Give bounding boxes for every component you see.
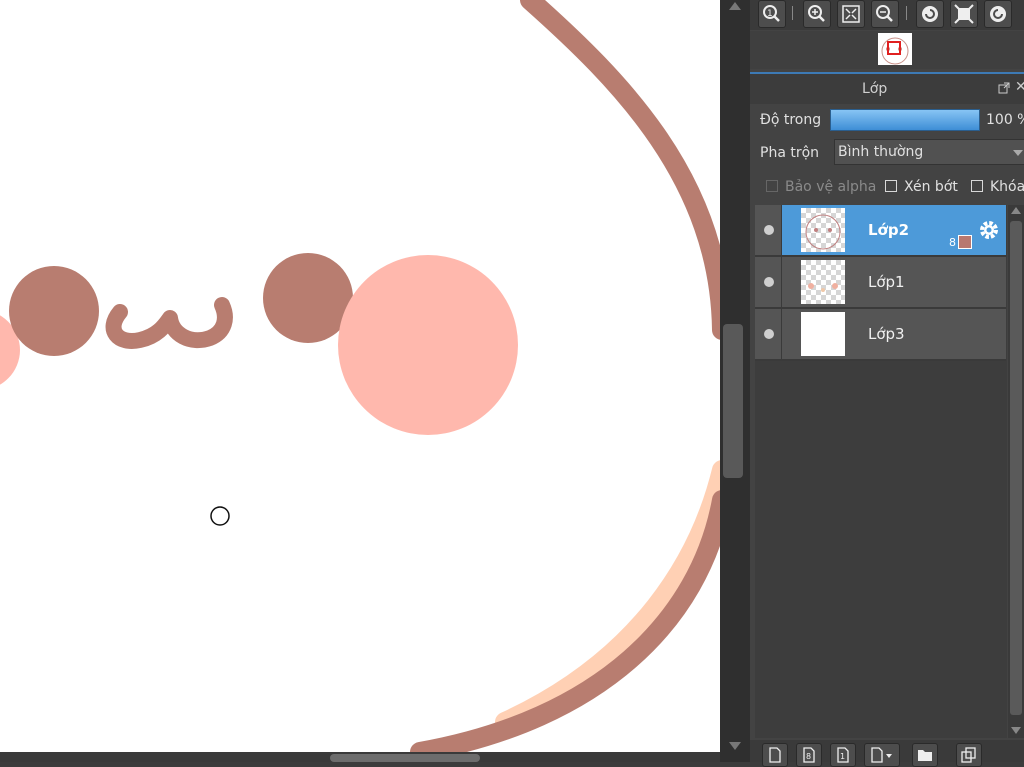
gear-icon[interactable] xyxy=(977,218,1001,242)
layer-bottom-toolbar: 8 1 xyxy=(750,740,1024,767)
canvas-horizontal-scrollbar[interactable] xyxy=(0,752,720,762)
layer-thumbnail-artwork xyxy=(808,283,838,292)
layer-row-lop1[interactable]: Lớp1 xyxy=(755,257,1006,309)
opacity-slider[interactable] xyxy=(830,109,980,131)
zoom-in-icon xyxy=(808,5,825,22)
canvas-vertical-scrollbar[interactable] xyxy=(720,0,750,762)
layer-panel-header: Lớp ✕ xyxy=(750,72,1024,104)
right-blush xyxy=(338,255,518,435)
lock-label: Khóa xyxy=(990,179,1024,195)
right-panel: 1 Lớp ✕ Độ trong 100 Pha trộn Bình thườn… xyxy=(750,0,1024,767)
layer-badge-count: 8 xyxy=(949,236,956,249)
navigator-preview[interactable] xyxy=(750,31,1024,69)
scroll-down-arrow-icon[interactable] xyxy=(1011,727,1021,734)
toolbar-separator xyxy=(906,6,907,20)
blend-mode-select[interactable]: Bình thường xyxy=(834,139,1024,165)
blend-mode-value: Bình thường xyxy=(838,144,924,160)
layer-thumbnail xyxy=(801,260,845,304)
blend-mode-label: Pha trộn xyxy=(760,145,820,161)
layer-thumbnail-artwork xyxy=(805,214,841,250)
navigator-viewport-frame[interactable] xyxy=(887,41,901,55)
layer-color-swatch xyxy=(958,235,972,249)
navigator-thumbnail[interactable] xyxy=(878,33,912,65)
fit-window-icon xyxy=(842,5,860,23)
rotate-right-button[interactable] xyxy=(984,0,1012,28)
chevron-down-icon xyxy=(1013,150,1023,156)
navigator-toolbar: 1 xyxy=(750,0,1024,30)
svg-text:1: 1 xyxy=(767,9,773,19)
left-eye xyxy=(9,266,99,356)
opacity-value: 100 % xyxy=(986,112,1024,128)
visibility-toggle[interactable] xyxy=(755,257,782,307)
new-1bit-layer-button[interactable]: 1 xyxy=(830,743,856,767)
brush-cursor xyxy=(210,506,230,526)
zoom-out-button[interactable] xyxy=(871,0,899,28)
scroll-up-arrow-icon[interactable] xyxy=(1011,207,1021,214)
add-special-layer-button[interactable] xyxy=(864,743,900,767)
eye-icon xyxy=(764,329,774,339)
layer-name: Lớp3 xyxy=(868,325,905,343)
svg-text:8: 8 xyxy=(806,752,811,761)
new-8bit-layer-icon: 8 xyxy=(803,747,815,763)
mouth-stroke xyxy=(105,297,233,349)
layer-name: Lớp2 xyxy=(868,221,910,239)
add-special-layer-icon xyxy=(871,747,892,763)
visibility-toggle[interactable] xyxy=(755,309,782,359)
eye-icon xyxy=(764,277,774,287)
fullscreen-button[interactable] xyxy=(950,0,978,28)
fullscreen-icon xyxy=(954,4,974,24)
layer-thumbnail xyxy=(801,312,845,356)
opacity-label: Độ trong xyxy=(760,112,822,128)
scroll-down-arrow-icon[interactable] xyxy=(729,742,741,750)
drawing-canvas[interactable] xyxy=(0,0,720,752)
canvas-artwork xyxy=(0,0,720,752)
new-layer-icon xyxy=(769,747,781,763)
new-layer-button[interactable] xyxy=(762,743,788,767)
face-outline-stroke-lower xyxy=(410,490,720,752)
face-outline-stroke xyxy=(520,0,720,340)
close-icon[interactable]: ✕ xyxy=(1015,79,1024,95)
zoom-out-icon xyxy=(876,5,893,22)
new-1bit-layer-icon: 1 xyxy=(837,747,849,763)
new-8bit-layer-button[interactable]: 8 xyxy=(796,743,822,767)
protect-alpha-checkbox[interactable] xyxy=(766,180,778,192)
zoom-reset-icon: 1 xyxy=(763,5,780,22)
rotate-left-button[interactable] xyxy=(916,0,944,28)
layer-name: Lớp1 xyxy=(868,273,905,291)
duplicate-layer-button[interactable] xyxy=(956,743,982,767)
toolbar-separator xyxy=(792,6,793,20)
eye-icon xyxy=(764,225,774,235)
visibility-toggle[interactable] xyxy=(755,205,782,255)
clipping-checkbox[interactable] xyxy=(885,180,897,192)
layer-row-lop3[interactable]: Lớp3 xyxy=(755,309,1006,361)
new-folder-button[interactable] xyxy=(912,743,938,767)
vertical-scroll-thumb[interactable] xyxy=(723,324,743,478)
duplicate-layer-icon xyxy=(961,747,976,763)
lock-checkbox[interactable] xyxy=(971,180,983,192)
layer-list: Lớp2 8 Lớp1 Lớp3 xyxy=(755,205,1007,738)
svg-text:1: 1 xyxy=(840,752,845,761)
fit-window-button[interactable] xyxy=(837,0,865,28)
protect-alpha-label: Bảo vệ alpha xyxy=(785,179,877,195)
horizontal-scroll-thumb[interactable] xyxy=(330,754,480,762)
rotate-left-icon xyxy=(922,6,938,22)
layer-list-scrollbar[interactable] xyxy=(1008,205,1024,738)
rotate-right-icon xyxy=(990,6,1006,22)
layer-panel-title: Lớp xyxy=(862,81,888,97)
zoom-in-button[interactable] xyxy=(803,0,831,28)
zoom-reset-button[interactable]: 1 xyxy=(758,0,786,28)
layer-row-lop2[interactable]: Lớp2 8 xyxy=(755,205,1006,257)
scroll-up-arrow-icon[interactable] xyxy=(729,2,741,10)
new-folder-icon xyxy=(918,750,932,761)
layer-list-scroll-thumb[interactable] xyxy=(1010,221,1022,715)
popout-icon[interactable] xyxy=(998,82,1010,94)
layer-thumbnail xyxy=(801,208,845,252)
clipping-label: Xén bớt xyxy=(904,179,958,195)
